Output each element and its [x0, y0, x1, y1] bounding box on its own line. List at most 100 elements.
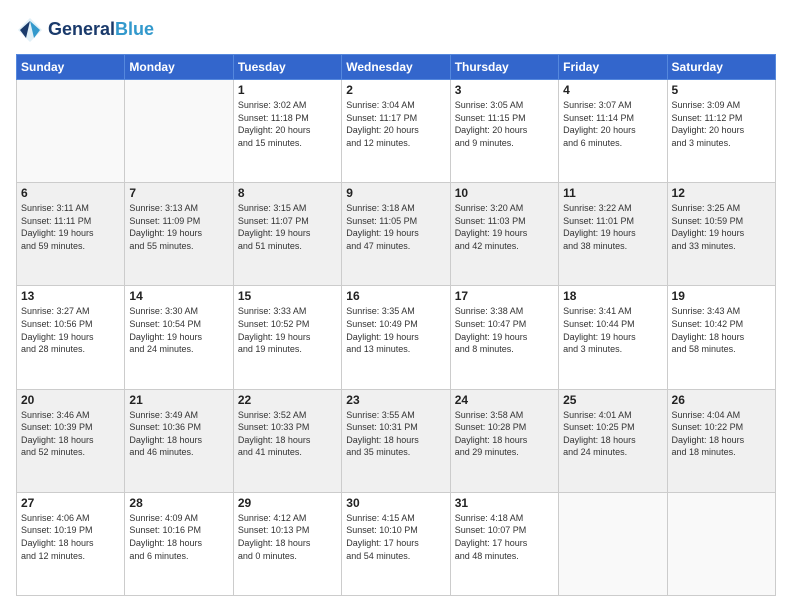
calendar-cell: 1Sunrise: 3:02 AM Sunset: 11:18 PM Dayli…	[233, 80, 341, 183]
day-info: Sunrise: 3:30 AM Sunset: 10:54 PM Daylig…	[129, 305, 228, 355]
calendar-cell: 10 Sunrise: 3:20 AM Sunset: 11:03 PM Dayl…	[450, 183, 558, 286]
calendar-cell: 26 Sunrise: 4:04 AM Sunset: 10:22 PM Dayl…	[667, 389, 775, 492]
day-number: 15	[238, 289, 337, 303]
day-info: Sunrise: 3:13 AM Sunset: 11:09 PM Daylig…	[129, 202, 228, 252]
calendar-cell: 17 Sunrise: 3:38 AM Sunset: 10:47 PM Dayl…	[450, 286, 558, 389]
day-number: 10	[455, 186, 554, 200]
calendar-cell: 2 Sunrise: 3:04 AM Sunset: 11:17 PM Dayli…	[342, 80, 450, 183]
day-info: Sunrise: 3:46 AM Sunset: 10:39 PM Daylig…	[21, 409, 120, 459]
calendar-cell: 16 Sunrise: 3:35 AM Sunset: 10:49 PM Dayl…	[342, 286, 450, 389]
day-info: Sunrise: 3:05 AM Sunset: 11:15 PM Daylig…	[455, 99, 554, 149]
day-number: 28	[129, 496, 228, 510]
calendar-cell: 27 Sunrise: 4:06 AM Sunset: 10:19 PM Dayl…	[17, 492, 125, 595]
day-info: Sunrise: 3:43 AM Sunset: 10:42 PM Daylig…	[672, 305, 771, 355]
day-info: Sunrise: 3:04 AM Sunset: 11:17 PM Daylig…	[346, 99, 445, 149]
day-number: 19	[672, 289, 771, 303]
day-info: Sunrise: 3:02 AM Sunset: 11:18 PM Daylig…	[238, 99, 337, 149]
calendar-cell: 13 Sunrise: 3:27 AM Sunset: 10:56 PM Dayl…	[17, 286, 125, 389]
day-header-monday: Monday	[125, 55, 233, 80]
day-header-sunday: Sunday	[17, 55, 125, 80]
day-info: Sunrise: 3:09 AM Sunset: 11:12 PM Daylig…	[672, 99, 771, 149]
page-header: GeneralBlue	[16, 16, 776, 44]
day-number: 27	[21, 496, 120, 510]
day-number: 23	[346, 393, 445, 407]
day-number: 29	[238, 496, 337, 510]
calendar-cell: 8 Sunrise: 3:15 AM Sunset: 11:07 PM Dayli…	[233, 183, 341, 286]
day-number: 5	[672, 83, 771, 97]
calendar-cell	[667, 492, 775, 595]
day-info: Sunrise: 3:20 AM Sunset: 11:03 PM Daylig…	[455, 202, 554, 252]
day-number: 4	[563, 83, 662, 97]
calendar-cell: 11 Sunrise: 3:22 AM Sunset: 11:01 PM Dayl…	[559, 183, 667, 286]
calendar-cell: 19 Sunrise: 3:43 AM Sunset: 10:42 PM Dayl…	[667, 286, 775, 389]
day-number: 3	[455, 83, 554, 97]
day-number: 13	[21, 289, 120, 303]
day-info: Sunrise: 3:11 AM Sunset: 11:11 PM Daylig…	[21, 202, 120, 252]
calendar-week-5: 27 Sunrise: 4:06 AM Sunset: 10:19 PM Dayl…	[17, 492, 776, 595]
day-info: Sunrise: 3:27 AM Sunset: 10:56 PM Daylig…	[21, 305, 120, 355]
day-number: 2	[346, 83, 445, 97]
day-info: Sunrise: 4:01 AM Sunset: 10:25 PM Daylig…	[563, 409, 662, 459]
day-header-thursday: Thursday	[450, 55, 558, 80]
day-info: Sunrise: 4:15 AM Sunset: 10:10 PM Daylig…	[346, 512, 445, 562]
day-number: 18	[563, 289, 662, 303]
day-info: Sunrise: 3:22 AM Sunset: 11:01 PM Daylig…	[563, 202, 662, 252]
logo-icon	[16, 16, 44, 44]
calendar-week-3: 13 Sunrise: 3:27 AM Sunset: 10:56 PM Dayl…	[17, 286, 776, 389]
day-info: Sunrise: 3:55 AM Sunset: 10:31 PM Daylig…	[346, 409, 445, 459]
logo: GeneralBlue	[16, 16, 154, 44]
calendar-cell: 14 Sunrise: 3:30 AM Sunset: 10:54 PM Dayl…	[125, 286, 233, 389]
calendar-cell: 5 Sunrise: 3:09 AM Sunset: 11:12 PM Dayli…	[667, 80, 775, 183]
day-info: Sunrise: 3:07 AM Sunset: 11:14 PM Daylig…	[563, 99, 662, 149]
calendar-cell: 22 Sunrise: 3:52 AM Sunset: 10:33 PM Dayl…	[233, 389, 341, 492]
calendar-cell: 29 Sunrise: 4:12 AM Sunset: 10:13 PM Dayl…	[233, 492, 341, 595]
day-header-saturday: Saturday	[667, 55, 775, 80]
day-number: 20	[21, 393, 120, 407]
day-info: Sunrise: 4:12 AM Sunset: 10:13 PM Daylig…	[238, 512, 337, 562]
day-number: 14	[129, 289, 228, 303]
day-info: Sunrise: 3:35 AM Sunset: 10:49 PM Daylig…	[346, 305, 445, 355]
calendar-cell: 20 Sunrise: 3:46 AM Sunset: 10:39 PM Dayl…	[17, 389, 125, 492]
day-number: 17	[455, 289, 554, 303]
day-number: 24	[455, 393, 554, 407]
day-info: Sunrise: 3:41 AM Sunset: 10:44 PM Daylig…	[563, 305, 662, 355]
day-number: 26	[672, 393, 771, 407]
day-info: Sunrise: 4:09 AM Sunset: 10:16 PM Daylig…	[129, 512, 228, 562]
day-number: 30	[346, 496, 445, 510]
day-number: 22	[238, 393, 337, 407]
day-number: 11	[563, 186, 662, 200]
day-info: Sunrise: 3:58 AM Sunset: 10:28 PM Daylig…	[455, 409, 554, 459]
calendar-cell	[125, 80, 233, 183]
day-header-wednesday: Wednesday	[342, 55, 450, 80]
calendar-cell: 4 Sunrise: 3:07 AM Sunset: 11:14 PM Dayli…	[559, 80, 667, 183]
day-number: 9	[346, 186, 445, 200]
calendar-header-row: SundayMondayTuesdayWednesdayThursdayFrid…	[17, 55, 776, 80]
calendar-cell: 3 Sunrise: 3:05 AM Sunset: 11:15 PM Dayli…	[450, 80, 558, 183]
day-info: Sunrise: 4:06 AM Sunset: 10:19 PM Daylig…	[21, 512, 120, 562]
day-info: Sunrise: 4:04 AM Sunset: 10:22 PM Daylig…	[672, 409, 771, 459]
day-number: 6	[21, 186, 120, 200]
day-number: 8	[238, 186, 337, 200]
calendar-cell: 25Sunrise: 4:01 AM Sunset: 10:25 PM Dayl…	[559, 389, 667, 492]
day-header-friday: Friday	[559, 55, 667, 80]
day-info: Sunrise: 3:52 AM Sunset: 10:33 PM Daylig…	[238, 409, 337, 459]
calendar-cell: 9Sunrise: 3:18 AM Sunset: 11:05 PM Dayli…	[342, 183, 450, 286]
day-info: Sunrise: 3:15 AM Sunset: 11:07 PM Daylig…	[238, 202, 337, 252]
day-info: Sunrise: 3:38 AM Sunset: 10:47 PM Daylig…	[455, 305, 554, 355]
day-info: Sunrise: 3:33 AM Sunset: 10:52 PM Daylig…	[238, 305, 337, 355]
day-info: Sunrise: 4:18 AM Sunset: 10:07 PM Daylig…	[455, 512, 554, 562]
logo-text: GeneralBlue	[48, 20, 154, 40]
day-number: 31	[455, 496, 554, 510]
calendar-week-2: 6 Sunrise: 3:11 AM Sunset: 11:11 PM Dayli…	[17, 183, 776, 286]
day-number: 16	[346, 289, 445, 303]
day-info: Sunrise: 3:49 AM Sunset: 10:36 PM Daylig…	[129, 409, 228, 459]
calendar-week-4: 20 Sunrise: 3:46 AM Sunset: 10:39 PM Dayl…	[17, 389, 776, 492]
day-number: 7	[129, 186, 228, 200]
calendar-table: SundayMondayTuesdayWednesdayThursdayFrid…	[16, 54, 776, 596]
calendar-cell: 15 Sunrise: 3:33 AM Sunset: 10:52 PM Dayl…	[233, 286, 341, 389]
day-info: Sunrise: 3:25 AM Sunset: 10:59 PM Daylig…	[672, 202, 771, 252]
day-number: 12	[672, 186, 771, 200]
calendar-cell: 6 Sunrise: 3:11 AM Sunset: 11:11 PM Dayli…	[17, 183, 125, 286]
calendar-cell: 18 Sunrise: 3:41 AM Sunset: 10:44 PM Dayl…	[559, 286, 667, 389]
day-number: 21	[129, 393, 228, 407]
